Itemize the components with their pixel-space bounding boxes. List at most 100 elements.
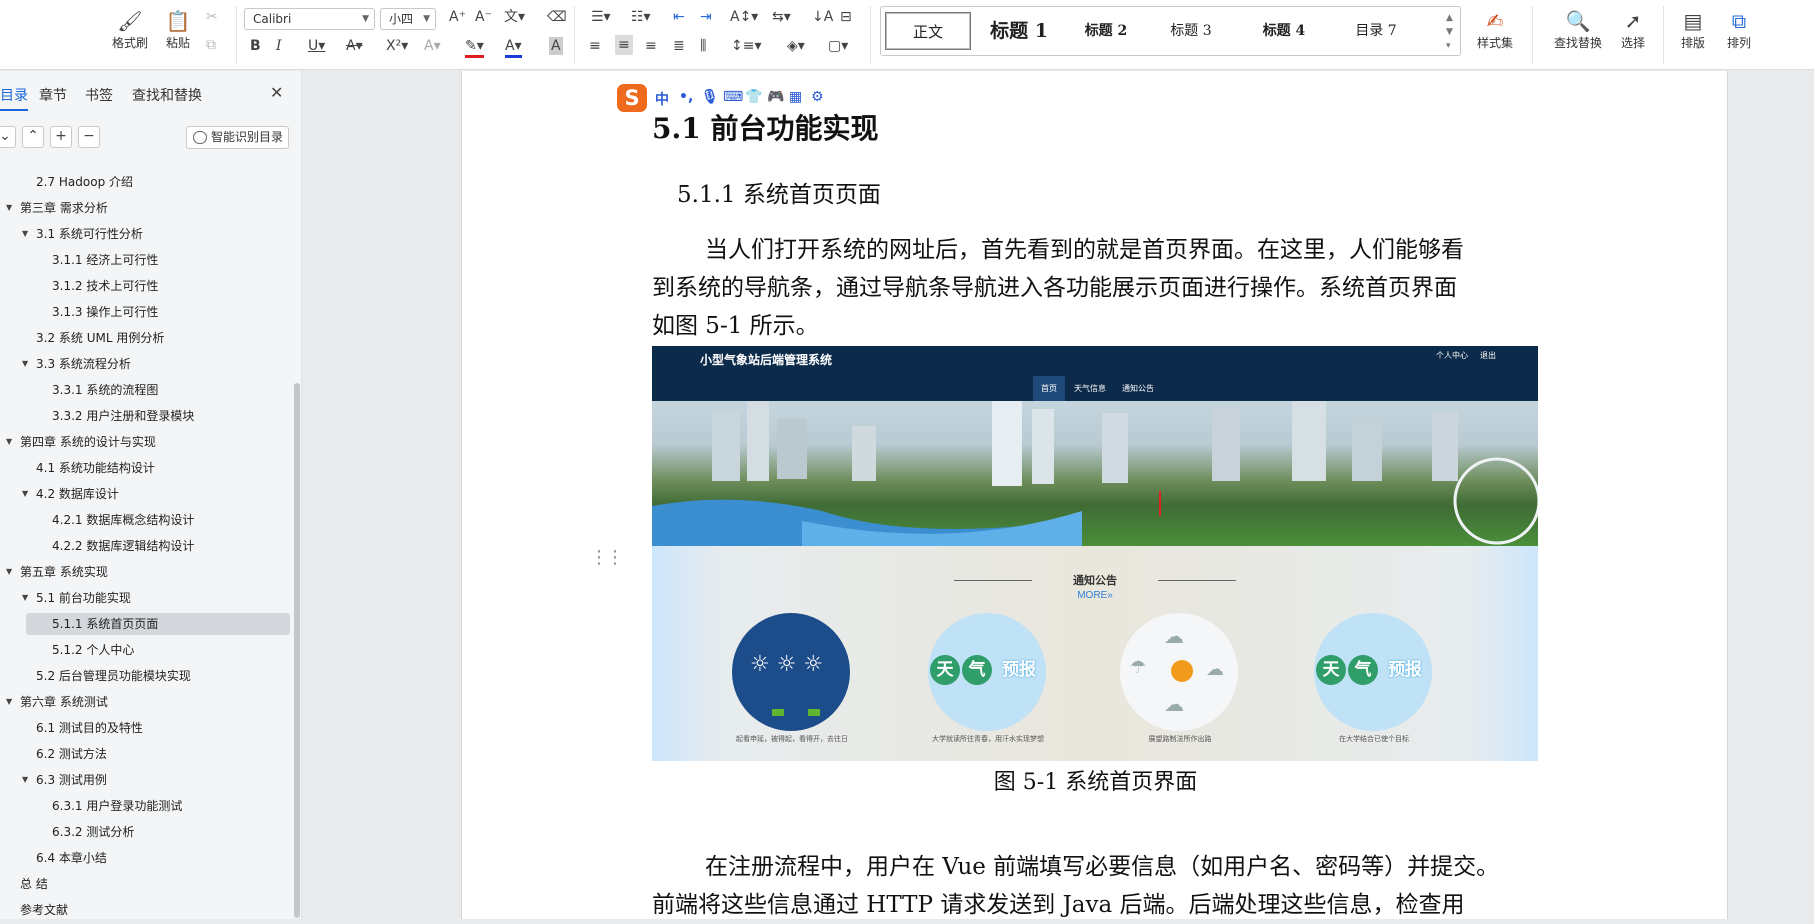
- sogou-logo-icon[interactable]: S: [617, 84, 647, 112]
- toc-item[interactable]: 2.7 Hadoop 介绍: [0, 171, 290, 193]
- punctuation-icon[interactable]: •,: [679, 89, 693, 105]
- toc-item[interactable]: 6.4 本章小结: [0, 847, 290, 869]
- text-effect-icon[interactable]: A▾: [424, 37, 441, 55]
- expand-arrow-icon[interactable]: ▼: [22, 769, 32, 791]
- text-direction-icon[interactable]: A↕▾: [730, 8, 758, 26]
- toc-item[interactable]: 6.2 测试方法: [0, 743, 290, 765]
- toc-item[interactable]: 4.2.1 数据库概念结构设计: [0, 509, 290, 531]
- drag-handle-icon[interactable]: ⋮⋮: [590, 547, 624, 568]
- expand-arrow-icon[interactable]: ▼: [22, 353, 32, 375]
- find-replace-button[interactable]: 🔍 查找替换: [1548, 6, 1608, 64]
- toc-item[interactable]: 3.3.1 系统的流程图: [0, 379, 290, 401]
- align-left-icon[interactable]: ≡: [589, 37, 601, 55]
- expand-arrow-icon[interactable]: ▼: [6, 691, 16, 713]
- sort-icon[interactable]: ↓A: [812, 8, 833, 26]
- keyboard-icon[interactable]: ⌨: [723, 89, 743, 105]
- expand-arrow-icon[interactable]: ▼: [22, 483, 32, 505]
- line-break-icon[interactable]: ⇆▾: [772, 8, 791, 26]
- strikethrough-icon[interactable]: A▾: [346, 37, 363, 55]
- style-heading4[interactable]: 标题 4: [1244, 12, 1324, 50]
- copy-icon[interactable]: ⧉: [206, 36, 216, 54]
- border-icon[interactable]: ▢▾: [828, 37, 848, 55]
- expand-arrow-icon[interactable]: ▼: [6, 561, 16, 583]
- toc-item[interactable]: 3.2 系统 UML 用例分析: [0, 327, 290, 349]
- collapse-level-button[interactable]: ⌃: [22, 126, 44, 148]
- phonetic-guide-icon[interactable]: 文▾: [504, 8, 525, 26]
- tab-chapters[interactable]: 章节: [39, 85, 67, 105]
- microphone-icon[interactable]: 🎙: [701, 89, 719, 105]
- toc-item[interactable]: ▼ 第四章 系统的设计与实现: [0, 431, 290, 453]
- toc-item[interactable]: ▼ 第三章 需求分析: [0, 197, 290, 219]
- skin-icon[interactable]: 👕: [745, 89, 762, 105]
- toc-item[interactable]: 6.1 测试目的及特性: [0, 717, 290, 739]
- toc-item[interactable]: 6.3.2 测试分析: [0, 821, 290, 843]
- font-color-icon[interactable]: A▾: [505, 37, 522, 58]
- superscript-icon[interactable]: X²▾: [386, 37, 408, 55]
- cut-icon[interactable]: ✂: [206, 8, 218, 26]
- align-right-icon[interactable]: ≡: [645, 37, 657, 55]
- settings-icon[interactable]: ⚙: [811, 89, 824, 105]
- line-spacing-icon[interactable]: ↕≡▾: [731, 37, 762, 55]
- apps-grid-icon[interactable]: ▦: [789, 89, 802, 105]
- style-set-button[interactable]: ✍ 样式集: [1470, 6, 1520, 64]
- tab-find-replace[interactable]: 查找和替换: [132, 85, 202, 105]
- toc-item[interactable]: 4.1 系统功能结构设计: [0, 457, 290, 479]
- more-styles-icon[interactable]: ▾: [1446, 37, 1451, 55]
- arrange-button[interactable]: ⧉ 排列: [1719, 6, 1759, 64]
- format-painter-button[interactable]: 🖌 格式刷: [110, 6, 150, 64]
- show-marks-icon[interactable]: ⊟: [840, 8, 852, 26]
- underline-icon[interactable]: U▾: [308, 37, 325, 55]
- toc-item[interactable]: 总 结: [0, 873, 290, 895]
- tab-toc[interactable]: 目录: [0, 85, 28, 111]
- toc-item[interactable]: 5.2 后台管理员功能模块实现: [0, 665, 290, 687]
- toc-item[interactable]: ▼ 6.3 测试用例: [0, 769, 290, 791]
- collapse-button[interactable]: ⌄: [0, 126, 16, 148]
- style-heading1[interactable]: 标题 1: [979, 12, 1059, 50]
- expand-arrow-icon[interactable]: ▼: [22, 587, 32, 609]
- toc-item[interactable]: 6.3.1 用户登录功能测试: [0, 795, 290, 817]
- toc-item[interactable]: ▼ 第六章 系统测试: [0, 691, 290, 713]
- expand-arrow-icon[interactable]: ▼: [22, 223, 32, 245]
- shading-icon[interactable]: ◈▾: [787, 37, 805, 55]
- ime-zh-toggle[interactable]: 中: [655, 89, 669, 109]
- toc-item[interactable]: 参考文献: [0, 899, 290, 921]
- nav-scrollbar[interactable]: [294, 383, 300, 918]
- highlight-icon[interactable]: ✎▾: [465, 37, 484, 58]
- shrink-font-icon[interactable]: A⁻: [475, 8, 492, 26]
- add-toc-button[interactable]: +: [50, 126, 72, 148]
- toc-item[interactable]: ▼ 3.3 系统流程分析: [0, 353, 290, 375]
- justify-icon[interactable]: ≣: [673, 37, 685, 55]
- toc-item[interactable]: ▼ 第五章 系统实现: [0, 561, 290, 583]
- layout-button[interactable]: ▤ 排版: [1673, 6, 1713, 64]
- document-page[interactable]: S 中 •, 🎙 ⌨ 👕 🎮 ▦ ⚙ 5.1 前台功能实现 5.1.1 系统首页…: [461, 71, 1728, 919]
- toc-item[interactable]: ▼ 4.2 数据库设计: [0, 483, 290, 505]
- bold-icon[interactable]: B: [250, 37, 261, 55]
- decrease-indent-icon[interactable]: ⇤: [673, 8, 685, 26]
- toc-item[interactable]: ▼ 3.1 系统可行性分析: [0, 223, 290, 245]
- font-size-select[interactable]: 小四 ▼: [380, 8, 436, 30]
- style-normal[interactable]: 正文: [885, 12, 971, 50]
- toc-item[interactable]: 3.1.2 技术上可行性: [0, 275, 290, 297]
- toc-item[interactable]: 3.3.2 用户注册和登录模块: [0, 405, 290, 427]
- font-name-select[interactable]: Calibri ▼: [244, 8, 375, 30]
- align-center-icon[interactable]: ≡: [615, 35, 633, 55]
- remove-toc-button[interactable]: −: [78, 126, 100, 148]
- increase-indent-icon[interactable]: ⇥: [700, 8, 712, 26]
- toc-item[interactable]: 5.1.2 个人中心: [0, 639, 290, 661]
- paste-button[interactable]: 📋 粘贴: [158, 6, 198, 64]
- bullet-list-icon[interactable]: ☰▾: [591, 8, 611, 26]
- toc-item[interactable]: 3.1.3 操作上可行性: [0, 301, 290, 323]
- gamepad-icon[interactable]: 🎮: [767, 89, 784, 105]
- char-shading-icon[interactable]: A: [549, 37, 563, 55]
- toc-item[interactable]: 3.1.1 经济上可行性: [0, 249, 290, 271]
- smart-toc-button[interactable]: 智能识别目录: [186, 126, 289, 149]
- toc-item[interactable]: ▼ 5.1 前台功能实现: [0, 587, 290, 609]
- style-toc7[interactable]: 目录 7: [1336, 12, 1416, 50]
- select-button[interactable]: ➚ 选择: [1613, 6, 1653, 64]
- clear-format-icon[interactable]: ⌫: [547, 8, 567, 26]
- toc-item[interactable]: 4.2.2 数据库逻辑结构设计: [0, 535, 290, 557]
- numbered-list-icon[interactable]: ☷▾: [631, 8, 651, 26]
- style-heading3[interactable]: 标题 3: [1151, 12, 1231, 50]
- tab-bookmarks[interactable]: 书签: [85, 85, 113, 105]
- expand-arrow-icon[interactable]: ▼: [6, 197, 16, 219]
